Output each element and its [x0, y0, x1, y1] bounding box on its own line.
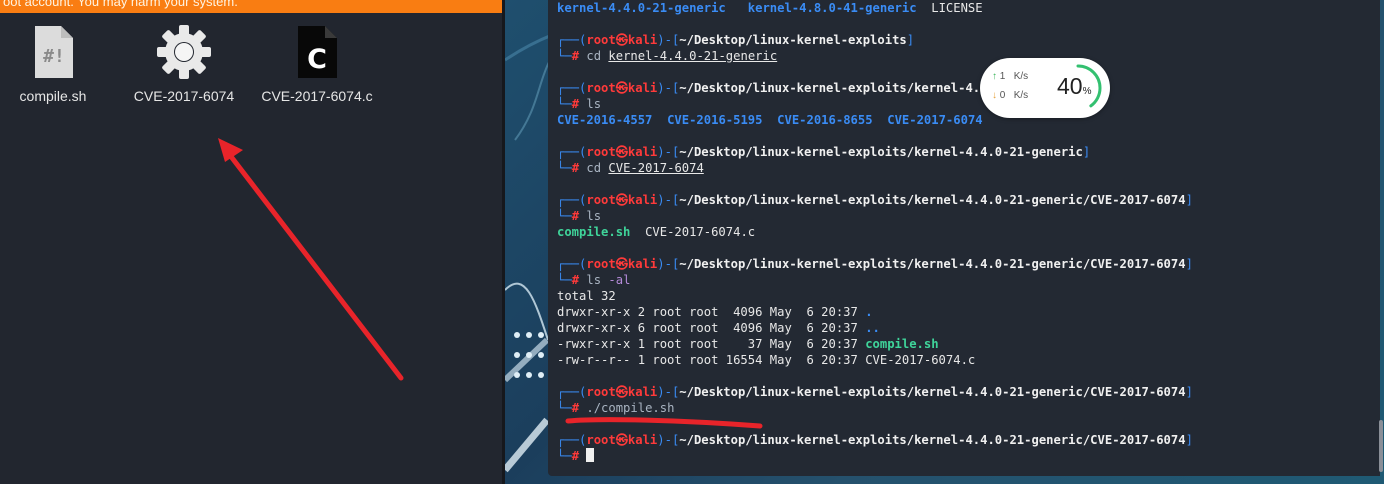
arrow-up-icon: ↑ — [992, 71, 997, 82]
memory-usage-percent: 40% — [1057, 73, 1092, 99]
annotation-underline — [565, 417, 763, 429]
annotation-arrow — [223, 147, 404, 381]
annotation-overlay — [218, 138, 763, 429]
upload-speed: ↑ 1 K/s — [992, 71, 1029, 82]
download-speed: ↓ 0 K/s — [992, 90, 1029, 101]
terminal-scrollbar[interactable] — [1379, 420, 1383, 472]
arrow-down-icon: ↓ — [992, 90, 997, 101]
